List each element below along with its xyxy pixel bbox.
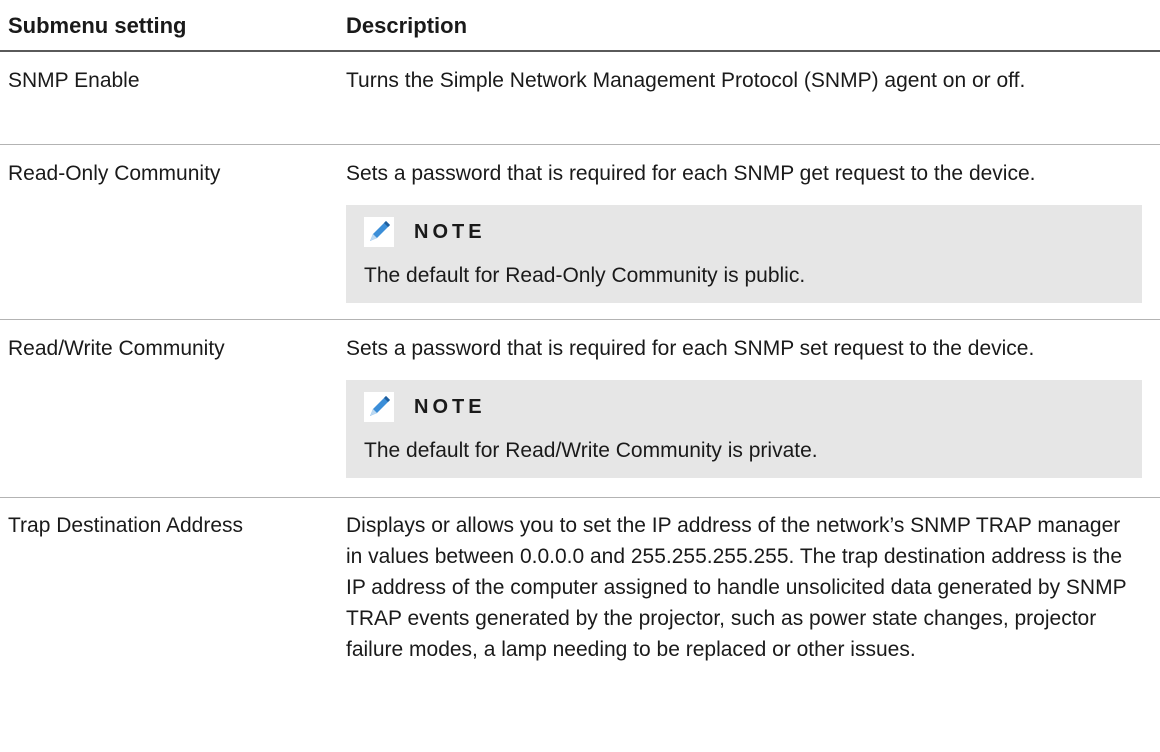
note-label: NOTE (414, 220, 486, 243)
note-label: NOTE (414, 395, 486, 418)
note-text: The default for Read-Only Community is p… (364, 264, 806, 287)
setting-description: Turns the Simple Network Management Prot… (346, 69, 1026, 92)
setting-name: Trap Destination Address (8, 514, 244, 537)
setting-description: Displays or allows you to set the IP add… (346, 514, 1127, 661)
note-box: NOTE The default for Read-Only Community… (346, 205, 1142, 303)
setting-cell: Read/Write Community (0, 320, 346, 497)
setting-name: SNMP Enable (8, 69, 140, 92)
header-setting-label: Submenu setting (8, 13, 187, 38)
header-description-cell: Description (346, 0, 1160, 50)
setting-cell: Trap Destination Address (0, 498, 346, 712)
note-header: NOTE (364, 215, 1128, 249)
description-cell: Displays or allows you to set the IP add… (346, 498, 1160, 712)
header-description-label: Description (346, 13, 468, 38)
setting-cell: SNMP Enable (0, 52, 346, 144)
description-cell: Turns the Simple Network Management Prot… (346, 52, 1160, 144)
setting-description: Sets a password that is required for eac… (346, 162, 1036, 185)
setting-name: Read-Only Community (8, 162, 221, 185)
table-header-row: Submenu setting Description (0, 0, 1160, 52)
table-row-read-only-community: Read-Only Community Sets a password that… (0, 145, 1160, 320)
table-row-snmp-enable: SNMP Enable Turns the Simple Network Man… (0, 52, 1160, 145)
description-cell: Sets a password that is required for eac… (346, 145, 1160, 319)
table-row-read-write-community: Read/Write Community Sets a password tha… (0, 320, 1160, 498)
note-box: NOTE The default for Read/Write Communit… (346, 380, 1142, 478)
note-text: The default for Read/Write Community is … (364, 439, 818, 462)
setting-cell: Read-Only Community (0, 145, 346, 319)
description-cell: Sets a password that is required for eac… (346, 320, 1160, 497)
submenu-settings-table: Submenu setting Description SNMP Enable … (0, 0, 1160, 712)
setting-description: Sets a password that is required for eac… (346, 337, 1035, 360)
setting-name: Read/Write Community (8, 337, 225, 360)
pencil-icon (364, 392, 394, 422)
header-setting-cell: Submenu setting (0, 0, 346, 50)
pencil-icon (364, 217, 394, 247)
table-row-trap-destination-address: Trap Destination Address Displays or all… (0, 498, 1160, 712)
note-header: NOTE (364, 390, 1128, 424)
